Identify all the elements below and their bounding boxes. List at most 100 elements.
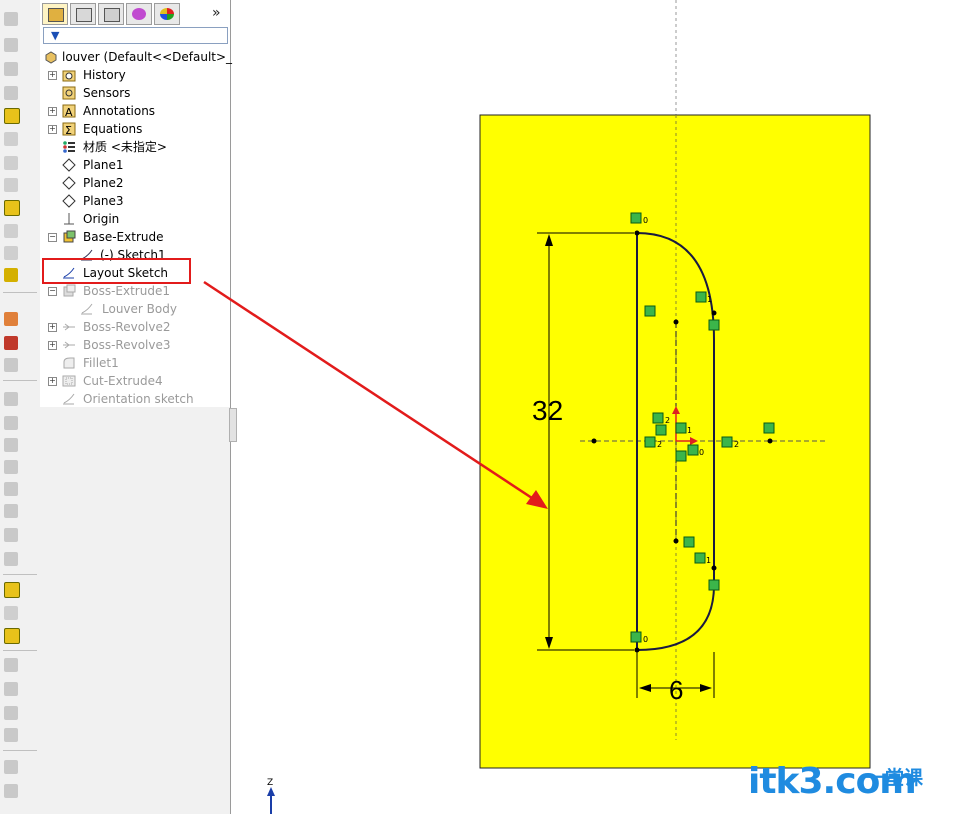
sketch-tool-icon[interactable] — [4, 12, 18, 26]
expand-icon[interactable]: + — [48, 323, 57, 332]
display-manager-tab[interactable] — [154, 3, 180, 25]
shell-tool-icon[interactable] — [4, 200, 20, 216]
wrap-tool-icon[interactable] — [4, 416, 18, 430]
relation-icon[interactable] — [630, 631, 642, 643]
dimension-6-value[interactable]: 6 — [669, 675, 683, 705]
revolve-tool-icon[interactable] — [4, 86, 18, 100]
relation-icon[interactable] — [675, 450, 687, 462]
dome-tool-icon[interactable] — [4, 438, 18, 452]
sketch-point[interactable] — [634, 647, 640, 653]
relation-icon[interactable] — [683, 536, 695, 548]
display-manager-icon — [160, 8, 174, 20]
configuration-manager-tab[interactable] — [98, 3, 124, 25]
configuration-manager-icon — [104, 8, 120, 22]
relation-icon[interactable] — [763, 422, 775, 434]
part-face[interactable] — [479, 114, 871, 769]
library-icon[interactable] — [4, 784, 18, 798]
scale-icon[interactable] — [4, 760, 18, 774]
annotation-highlight-box — [42, 258, 191, 284]
collapse-icon[interactable]: − — [48, 233, 57, 242]
dimension-arrowhead — [545, 234, 553, 246]
relation-index: 1 — [707, 295, 712, 304]
panel-empty-area — [40, 407, 230, 814]
split-line-icon[interactable] — [4, 682, 18, 696]
relation-icon[interactable] — [655, 424, 667, 436]
expand-icon[interactable]: + — [48, 107, 57, 116]
extrude-icon — [63, 284, 76, 297]
sketch-point[interactable] — [591, 438, 597, 444]
relation-icon[interactable] — [630, 212, 642, 224]
deform-tool-icon[interactable] — [4, 482, 18, 496]
intersect-tool-icon[interactable] — [4, 606, 18, 620]
instant3d-tool-icon[interactable] — [4, 582, 20, 598]
features-tool-icon[interactable] — [4, 312, 18, 326]
draft-tool-icon[interactable] — [4, 224, 18, 238]
toolbar-divider — [3, 750, 37, 751]
expand-icon[interactable]: + — [48, 71, 57, 80]
relation-icon[interactable] — [652, 412, 664, 424]
relation-icon[interactable] — [644, 436, 656, 448]
more-tabs-button[interactable]: » — [212, 5, 221, 21]
relation-icon[interactable] — [708, 579, 720, 591]
command-toolbar — [0, 0, 41, 814]
dimension-32-value[interactable]: 32 — [532, 395, 563, 426]
sketch-point[interactable] — [711, 310, 717, 316]
extrude-tool-icon[interactable] — [4, 62, 18, 76]
relation-icon[interactable] — [721, 436, 733, 448]
move-face-icon[interactable] — [4, 658, 18, 672]
tree-item-label: Cut-Extrude4 — [83, 374, 163, 388]
sketch-point[interactable] — [673, 319, 679, 325]
relation-icon[interactable] — [687, 444, 699, 456]
flex-tool-icon[interactable] — [4, 460, 18, 474]
relation-icon[interactable] — [644, 305, 656, 317]
sensors-icon — [62, 86, 76, 100]
property-manager-icon — [76, 8, 92, 22]
dimxpert-manager-icon — [132, 8, 146, 20]
wizard-tool-icon[interactable] — [4, 268, 18, 282]
svg-text:A: A — [65, 106, 73, 118]
feature-manager-tree-tab[interactable] — [42, 3, 68, 25]
extrude-boss-icon[interactable] — [4, 108, 20, 124]
relation-icon[interactable] — [675, 422, 687, 434]
history-folder-icon — [62, 70, 76, 82]
sketch-point[interactable] — [673, 538, 679, 544]
shaded-tool-icon[interactable] — [4, 336, 18, 350]
combine-icon[interactable] — [4, 706, 18, 720]
annotation-arrow — [203, 280, 539, 504]
expand-icon[interactable]: + — [48, 125, 57, 134]
fillet-tool-icon[interactable] — [4, 156, 18, 170]
expand-icon[interactable]: + — [48, 341, 57, 350]
smart-dimension-icon[interactable] — [4, 38, 18, 52]
expand-icon[interactable]: + — [48, 377, 57, 386]
tree-item-label: Origin — [83, 212, 120, 226]
view-tool-icon[interactable] — [4, 358, 18, 372]
equations-icon: Σ — [62, 122, 76, 136]
relation-index: 0 — [699, 448, 704, 457]
collapse-icon[interactable]: − — [48, 287, 57, 296]
sketch-point[interactable] — [634, 230, 640, 236]
sketch-point[interactable] — [711, 565, 717, 571]
indent-tool-icon[interactable] — [4, 504, 18, 518]
chamfer-tool-icon[interactable] — [4, 178, 18, 192]
reference-tool-icon[interactable] — [4, 552, 18, 566]
rib-tool-icon[interactable] — [4, 392, 18, 406]
panel-splitter-handle[interactable] — [229, 408, 237, 442]
dimension-arrowhead — [700, 684, 712, 692]
relation-icon[interactable] — [708, 319, 720, 331]
mirror-tool-icon[interactable] — [4, 246, 18, 260]
sketch-point[interactable] — [767, 438, 773, 444]
tree-filter-input[interactable]: ▼ — [43, 27, 228, 44]
curves-tool-icon[interactable] — [4, 528, 18, 542]
cut-tool-icon[interactable] — [4, 132, 18, 146]
revolve-icon — [63, 323, 75, 331]
relation-icon[interactable] — [695, 291, 707, 303]
sketch-icon — [63, 393, 75, 405]
dimxpert-manager-tab[interactable] — [126, 3, 152, 25]
delete-body-icon[interactable] — [4, 728, 18, 742]
cut-extrude-icon — [62, 375, 76, 387]
feature-manager-tree-icon — [48, 8, 64, 22]
sketch-profile[interactable] — [636, 231, 715, 652]
pattern-tool-icon[interactable] — [4, 628, 20, 644]
relation-icon[interactable] — [694, 552, 706, 564]
property-manager-tab[interactable] — [70, 3, 96, 25]
